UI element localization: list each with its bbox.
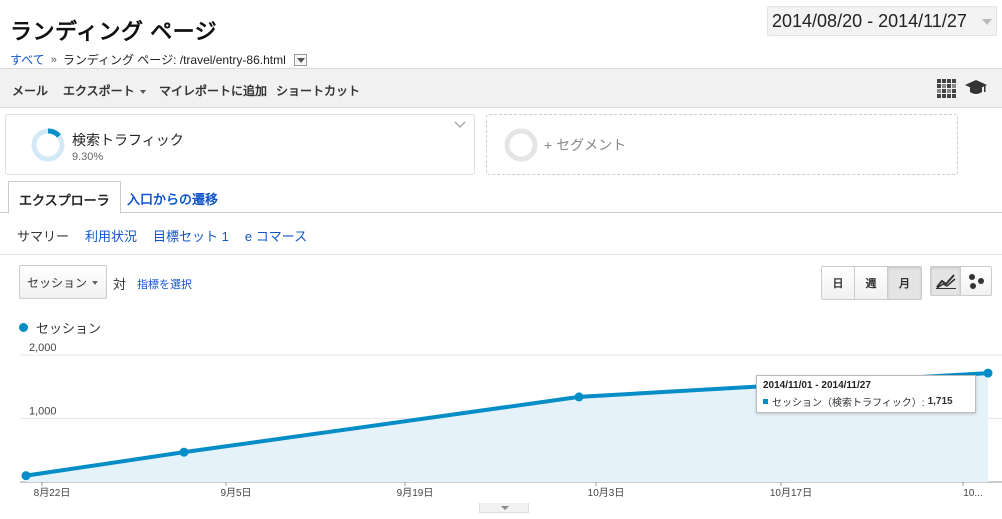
grid-icon[interactable] — [937, 79, 956, 98]
chart-view-toggle — [930, 266, 992, 296]
period-week-button[interactable]: 週 — [855, 267, 888, 299]
tooltip-title: 2014/11/01 - 2014/11/27 — [763, 380, 871, 391]
report-toolbar: メール エクスポート マイレポートに追加 ショートカット — [0, 68, 1002, 108]
chart-tooltip: 2014/11/01 - 2014/11/27 セッション（検索トラフィック）:… — [756, 375, 976, 413]
segment-card-active[interactable]: 検索トラフィック 9.30% — [5, 114, 475, 175]
chevron-down-icon — [139, 89, 146, 94]
chart-resize-handle[interactable] — [479, 503, 529, 513]
chevron-down-icon — [982, 19, 992, 25]
motion-chart-icon — [969, 274, 984, 289]
chevron-down-icon — [92, 281, 98, 285]
segment-name: 検索トラフィック — [72, 132, 184, 148]
tooltip-value: 1,715 — [927, 396, 953, 407]
segment-percent: 9.30% — [72, 151, 104, 163]
date-range-picker[interactable]: 2014/08/20 - 2014/11/27 — [767, 6, 997, 36]
line-chart-button[interactable] — [931, 267, 961, 295]
breadcrumb: すべて » ランディング ページ: /travel/entry-86.html — [10, 51, 307, 68]
period-day-button[interactable]: 日 — [822, 267, 855, 299]
report-tabs: エクスプローラ 入口からの遷移 — [0, 181, 1002, 214]
subnav-site-usage[interactable]: 利用状況 — [85, 226, 137, 245]
add-segment-button[interactable]: + セグメント — [486, 114, 958, 175]
explorer-subnav: サマリー 利用状況 目標セット 1 e コマース — [17, 226, 307, 245]
motion-chart-button[interactable] — [961, 267, 991, 295]
data-point — [179, 447, 189, 457]
graduation-cap-icon[interactable] — [965, 78, 987, 98]
x-tick-label: 10... — [963, 488, 982, 499]
line-chart-icon — [935, 274, 956, 289]
select-metric-link[interactable]: 指標を選択 — [137, 276, 192, 292]
subnav-ecommerce[interactable]: e コマース — [245, 226, 307, 245]
data-point — [574, 392, 584, 402]
export-label: エクスポート — [63, 84, 135, 98]
breadcrumb-dropdown-icon[interactable] — [293, 53, 307, 66]
tooltip-series-marker — [763, 399, 768, 404]
x-tick-label: 10月17日 — [770, 487, 812, 499]
x-tick-label: 9月19日 — [397, 487, 434, 499]
breadcrumb-root-link[interactable]: すべて — [10, 51, 45, 68]
chevron-down-icon[interactable] — [454, 121, 466, 129]
empty-segment-ring-icon — [504, 128, 538, 162]
page-title: ランディング ページ — [10, 19, 218, 44]
sessions-chart[interactable]: 2,000 1,000 8月22日 9月5日 9月19日 10月3日 10月17日 10... — [0, 342, 1002, 502]
tab-explorer[interactable]: エクスプローラ — [8, 181, 121, 214]
chart-legend: セッション — [19, 318, 101, 337]
data-point — [983, 368, 993, 378]
subnav-goal-set-1[interactable]: 目標セット 1 — [153, 226, 229, 245]
divider — [0, 254, 1002, 255]
email-button[interactable]: メール — [12, 82, 48, 99]
vs-label: 対 — [113, 277, 127, 292]
date-range-label: 2014/08/20 - 2014/11/27 — [772, 10, 967, 31]
metric-select[interactable]: セッション — [19, 265, 107, 299]
shortcut-button[interactable]: ショートカット — [276, 82, 360, 99]
subnav-summary[interactable]: サマリー — [17, 226, 69, 245]
export-button[interactable]: エクスポート — [63, 82, 146, 99]
breadcrumb-current: ランディング ページ: /travel/entry-86.html — [62, 53, 286, 67]
add-segment-label: + セグメント — [544, 137, 627, 153]
x-tick-label: 9月5日 — [220, 487, 251, 499]
data-point — [21, 471, 31, 481]
x-tick-label: 10月3日 — [588, 487, 625, 499]
period-toggle: 日 週 月 — [821, 266, 922, 300]
period-month-button[interactable]: 月 — [888, 267, 921, 299]
tab-entrance-paths[interactable]: 入口からの遷移 — [117, 181, 228, 213]
y-tick-label: 2,000 — [29, 342, 57, 354]
tooltip-series-label: セッション（検索トラフィック）: — [772, 398, 925, 409]
tooltip-row: セッション（検索トラフィック）: 1,715 — [763, 394, 969, 409]
y-tick-label: 1,000 — [29, 406, 57, 418]
x-tick-label: 8月22日 — [34, 487, 71, 499]
legend-dot — [19, 323, 28, 332]
add-to-dashboard-button[interactable]: マイレポートに追加 — [159, 82, 267, 99]
breadcrumb-separator: » — [50, 53, 57, 66]
legend-series-label: セッション — [36, 321, 102, 336]
metric-select-value: セッション — [27, 275, 88, 290]
segment-ring-icon — [31, 128, 65, 162]
